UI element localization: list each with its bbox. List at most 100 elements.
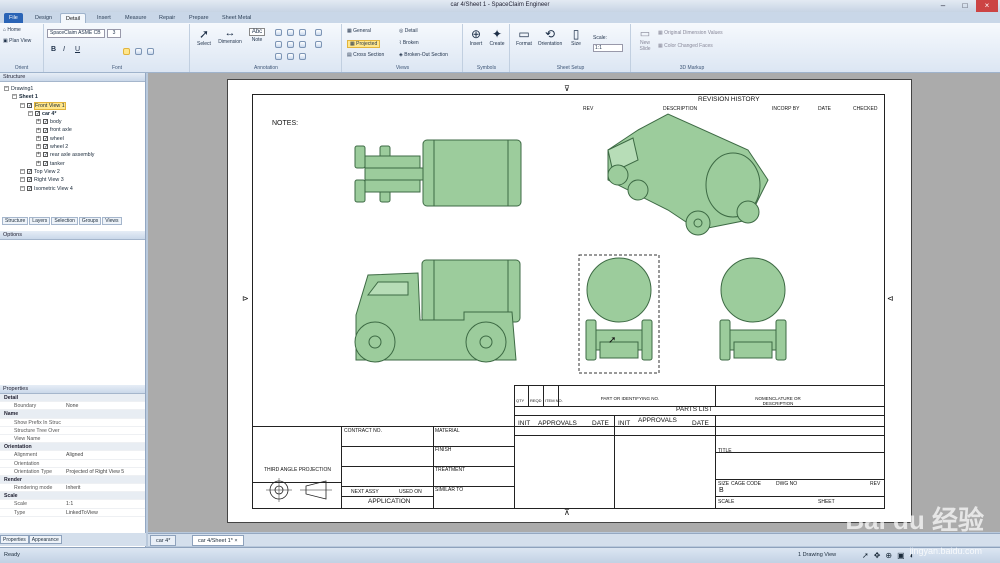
expand-icon[interactable]: −	[4, 86, 9, 92]
minimize-icon[interactable]: –	[932, 0, 954, 12]
center-mark-icon[interactable]	[287, 41, 294, 48]
tab-measure[interactable]: Measure	[120, 13, 151, 23]
surface-finish-icon[interactable]	[299, 53, 306, 60]
italic-button[interactable]: I	[63, 46, 65, 53]
visibility-checkbox[interactable]: ✓	[43, 135, 48, 141]
tree-item[interactable]: + ✓ tanker	[0, 160, 145, 168]
property-value[interactable]: Projected of Right View 5	[66, 468, 124, 475]
visibility-checkbox[interactable]: ✓	[43, 127, 48, 133]
expand-icon[interactable]: −	[28, 110, 33, 116]
tree-item[interactable]: + ✓ rear axle assembly	[0, 151, 145, 159]
property-row[interactable]: Type LinkedToView	[0, 509, 145, 517]
underline-button[interactable]: U	[75, 46, 80, 53]
expand-icon[interactable]: +	[36, 119, 41, 125]
detail-view-button[interactable]: ◎ Detail	[399, 28, 418, 34]
plan-view-button[interactable]: ▣ Plan View	[3, 38, 31, 44]
tab-prepare[interactable]: Prepare	[184, 13, 214, 23]
visibility-checkbox[interactable]: ✓	[27, 169, 32, 175]
property-row[interactable]: Orientation	[0, 460, 145, 468]
bold-button[interactable]: B	[51, 46, 56, 53]
color-changed-button[interactable]: ▦ Color Changed Faces	[658, 43, 713, 49]
size-button[interactable]: ▯ Size	[567, 27, 585, 47]
visibility-checkbox[interactable]: ✓	[43, 152, 48, 158]
doc-tab-car4[interactable]: car 4*	[150, 535, 177, 546]
property-value[interactable]: 1:1	[66, 500, 73, 507]
tree-item[interactable]: + ✓ wheel 2	[0, 143, 145, 151]
balloon-icon[interactable]	[299, 29, 306, 36]
panel-tab-views[interactable]: Views	[102, 217, 122, 225]
tab-file[interactable]: File	[4, 13, 23, 23]
tree-item[interactable]: + ✓ wheel	[0, 135, 145, 143]
view-orient-icon[interactable]	[315, 29, 322, 36]
zoom-icon[interactable]	[315, 41, 322, 48]
tab-sheet-metal[interactable]: Sheet Metal	[217, 13, 256, 23]
gdt-icon[interactable]	[287, 53, 294, 60]
property-row[interactable]: Alignment Aligned	[0, 451, 145, 460]
align-center-icon[interactable]	[135, 48, 142, 55]
visibility-checkbox[interactable]: ✓	[43, 144, 48, 150]
close-icon[interactable]: ×	[976, 0, 998, 12]
property-row[interactable]: Boundary None	[0, 402, 145, 411]
align-left-icon[interactable]	[123, 48, 130, 55]
tree-item[interactable]: − Drawing1	[0, 85, 145, 93]
panel-tab-structure[interactable]: Structure	[2, 217, 29, 225]
threads-icon[interactable]	[275, 53, 282, 60]
expand-icon[interactable]: −	[20, 177, 25, 183]
drawing-sheet[interactable]: ⊽ ⊼ ⊳ ⊲ NOTES: REVISION HISTORY REV DESC…	[227, 79, 912, 523]
expand-icon[interactable]: +	[36, 152, 41, 158]
align-right-icon[interactable]	[147, 48, 154, 55]
cross-section-button[interactable]: ▤ Cross Section	[347, 52, 384, 58]
panel-tab-selection[interactable]: Selection	[51, 217, 78, 225]
tree-item[interactable]: − ✓ car 4*	[0, 110, 145, 118]
scale-input[interactable]: 1:1	[593, 44, 623, 52]
panel-tab-layers[interactable]: Layers	[29, 217, 51, 225]
general-view-button[interactable]: ▦ General	[347, 28, 371, 34]
tree-item[interactable]: + ✓ front axle	[0, 126, 145, 134]
original-dims-button[interactable]: ▦ Original Dimension Values	[658, 30, 723, 36]
font-size-select[interactable]: 3	[107, 29, 121, 38]
doc-tab-sheet1[interactable]: car 4/Sheet 1* ×	[192, 535, 244, 546]
tab-appearance[interactable]: Appearance	[28, 535, 62, 544]
property-row[interactable]: Structure Tree Over	[0, 427, 145, 435]
pan-tool-icon[interactable]: ✥	[874, 551, 886, 560]
tab-repair[interactable]: Repair	[154, 13, 180, 23]
property-category[interactable]: Name	[0, 410, 145, 419]
property-row[interactable]: Rendering mode Inherit	[0, 484, 145, 493]
new-slide-button[interactable]: ▭ New Slide	[634, 27, 656, 52]
visibility-checkbox[interactable]: ✓	[27, 102, 32, 108]
table-icon[interactable]	[299, 41, 306, 48]
expand-icon[interactable]: +	[36, 135, 41, 141]
property-row[interactable]: Show Prefix In Struc	[0, 419, 145, 427]
expand-icon[interactable]: −	[20, 102, 25, 108]
expand-icon[interactable]: +	[36, 160, 41, 166]
property-category[interactable]: Orientation	[0, 443, 145, 452]
orientation-button[interactable]: ⟲ Orientation	[535, 27, 565, 47]
property-value[interactable]: Inherit	[66, 484, 80, 491]
broken-view-button[interactable]: ⌇ Broken	[399, 40, 419, 46]
property-value[interactable]: None	[66, 402, 78, 409]
property-value[interactable]: LinkedToView	[66, 509, 98, 516]
property-row[interactable]: Scale 1:1	[0, 500, 145, 509]
drawing-canvas[interactable]: ⊽ ⊼ ⊳ ⊲ NOTES: REVISION HISTORY REV DESC…	[148, 73, 1000, 532]
projected-view-button[interactable]: ▦ Projected	[347, 40, 381, 48]
visibility-checkbox[interactable]: ✓	[43, 119, 48, 125]
property-category[interactable]: Detail	[0, 394, 145, 403]
expand-icon[interactable]: +	[36, 144, 41, 150]
fit-icon[interactable]: ▣	[897, 551, 910, 560]
tab-insert[interactable]: Insert	[92, 13, 116, 23]
insert-symbol-button[interactable]: ⊕ Insert	[466, 27, 486, 47]
datum-icon[interactable]	[287, 29, 294, 36]
dimension-button[interactable]: ↔ Dimension	[215, 27, 245, 45]
zoom-tool-icon[interactable]: ⊕	[885, 551, 897, 560]
tree-item[interactable]: − ✓ Right View 3	[0, 176, 145, 184]
font-name-select[interactable]: SpaceClaim ASME CB	[47, 29, 105, 38]
visibility-checkbox[interactable]: ✓	[43, 160, 48, 166]
tree-item[interactable]: − ✓ Isometric View 4	[0, 185, 145, 193]
property-value[interactable]: Aligned	[66, 451, 83, 458]
visibility-checkbox[interactable]: ✓	[27, 177, 32, 183]
tab-detail[interactable]: Detail	[60, 13, 87, 23]
property-row[interactable]: View Name	[0, 435, 145, 444]
home-button[interactable]: ⌂ Home	[3, 27, 21, 33]
visibility-checkbox[interactable]: ✓	[27, 185, 32, 191]
broken-out-button[interactable]: ◈ Broken-Out Section	[399, 52, 448, 58]
